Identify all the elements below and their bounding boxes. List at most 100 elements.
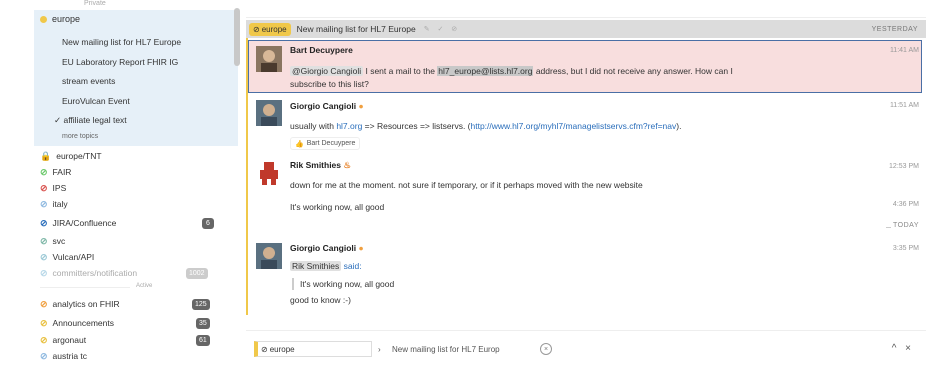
stream-label: JIRA/Confluence [52,218,117,228]
emoji-reaction[interactable]: 👍 Bart Decuypere [290,137,361,150]
message-text: I sent a mail to the [363,66,438,76]
stream-item[interactable]: ⊘ analytics on FHIR [40,297,120,311]
thumbs-up-icon: 👍 [295,140,304,148]
topic-item-active[interactable]: ✓ affiliate legal text [54,115,127,126]
message-content: good to know :-) [290,295,351,305]
quoted-text: It's working now, all good [300,279,395,289]
stream-pill-label: europe [261,24,287,34]
said-link[interactable]: said: [344,261,362,271]
unread-badge: 61 [196,335,210,346]
stream-item[interactable]: ⊘ IPS [40,181,66,195]
topic-item[interactable]: EU Laboratory Report FHIR IG [62,57,178,67]
avatar-image [256,100,282,126]
quote-bar [292,278,294,290]
stream-item[interactable]: ⊘ Announcements [40,316,114,330]
compose-window-controls[interactable]: ^ × [892,343,914,354]
avatar-image [256,46,282,72]
hash-icon: ⊘ [40,317,48,328]
compose-stream-value: europe [269,344,295,354]
stream-label: Vulcan/API [52,252,95,262]
divider-label: Active [136,283,153,289]
stream-item[interactable]: ⊘ italy [40,197,68,211]
sender-name[interactable]: Giorgio Cangioli ● [290,101,364,111]
stream-item[interactable]: ⊘ austria tc [40,349,87,363]
stream-item[interactable]: ⊘ FAIR [40,165,71,179]
hash-icon: ⊘ [40,166,48,177]
date-label: YESTERDAY [871,25,918,33]
message-pane: ⊘ europe New mailing list for HL7 Europe… [246,0,931,365]
compose-bar: ⊘ europe › New mailing list for HL7 Euro… [246,330,926,365]
divider [40,287,130,288]
message-time: 12:53 PM [889,163,919,170]
unread-badge: 6 [202,218,214,229]
hash-icon: ⊘ [40,182,48,193]
status-icon: ● [358,243,364,253]
user-mention[interactable]: @Giorgio Cangioli [290,66,364,76]
message-time: 11:41 AM [889,47,919,54]
stream-label: analytics on FHIR [52,299,120,309]
chevron-right-icon: › [378,345,381,354]
sender-name[interactable]: Giorgio Cangioli ● [290,243,364,253]
hash-icon: ⊘ [40,267,48,278]
stream-label: IPS [52,183,67,193]
link[interactable]: http://www.hl7.org/myhl7/managelistservs… [471,121,677,131]
stream-item[interactable]: ⊘ committers/notification [40,266,137,280]
link[interactable]: hl7.org [336,121,362,131]
quote-header: Rik Smithies said: [290,261,362,271]
stream-item[interactable]: ⊘ Vulcan/API [40,250,94,264]
clear-topic-icon[interactable]: × [540,343,552,355]
avatar[interactable] [256,46,282,72]
sender-name[interactable]: Rik Smithies ♨ [290,160,351,171]
sender-label: Rik Smithies [290,160,342,170]
stream-item[interactable]: ⊘ JIRA/Confluence [40,216,116,230]
stream-label: italy [52,199,68,209]
user-mention[interactable]: Rik Smithies [290,261,342,271]
compose-topic-input[interactable]: New mailing list for HL7 Europ [388,341,538,357]
avatar[interactable] [256,100,282,126]
topic-title[interactable]: New mailing list for HL7 Europe [297,24,416,34]
message-time: 11:51 AM [889,102,919,109]
message-content-line2: subscribe to this list? [290,79,369,89]
email-code: hl7_europe@lists.hl7.org [437,66,534,76]
hash-icon: ⊘ [40,198,48,209]
message-content: down for me at the moment. not sure if t… [290,180,643,190]
message-time: 3:35 PM [892,245,919,252]
date-label: TODAY [893,222,919,229]
stream-item[interactable]: 🔒 europe/TNT [40,149,102,163]
stream-item[interactable]: ⊘ argonaut [40,333,86,347]
stream-label: europe [52,14,81,24]
topic-item[interactable]: EuroVulcan Event [62,96,130,106]
compose-stream-input[interactable]: ⊘ europe [254,341,372,357]
message-time: 4:36 PM [892,201,919,208]
message-text: usually with [290,121,337,131]
hash-icon: ⊘ [40,298,48,309]
stream-europe[interactable]: europe [40,14,80,24]
avatar[interactable] [256,160,282,186]
topic-item[interactable]: stream events [62,76,115,86]
stream-label: austria tc [52,351,88,361]
avatar-image [256,243,282,269]
recipient-bar[interactable]: ⊘ europe New mailing list for HL7 Europe… [246,20,926,38]
message-text: address, but I did not receive any answe… [533,66,733,76]
hash-icon: ⊘ [40,217,48,228]
sidebar-scrollbar[interactable] [234,8,240,66]
stream-label: svc [52,236,66,246]
robot-avatar-icon [256,160,282,186]
hash-icon: ⊘ [253,24,260,34]
stream-color-icon [40,15,47,23]
stream-label: committers/notification [52,268,138,278]
stream-label: FAIR [52,167,72,177]
check-icon: ✓ [54,115,62,125]
more-topics-link[interactable]: more topics [62,133,98,140]
topic-item[interactable]: New mailing list for HL7 Europe [62,37,181,47]
hash-icon: ⊘ [40,334,48,345]
stream-pill[interactable]: ⊘ europe [249,22,291,36]
unread-badge: 125 [192,299,210,310]
stream-item[interactable]: ⊘ svc [40,234,65,248]
sender-label: Giorgio Cangioli [290,243,357,253]
sender-name[interactable]: Bart Decuypere [290,45,353,55]
avatar[interactable] [256,243,282,269]
topic-action-icons[interactable]: ✎ ✓ ⊘ [424,25,461,33]
top-strip [246,0,926,18]
status-icon: ● [358,101,364,111]
